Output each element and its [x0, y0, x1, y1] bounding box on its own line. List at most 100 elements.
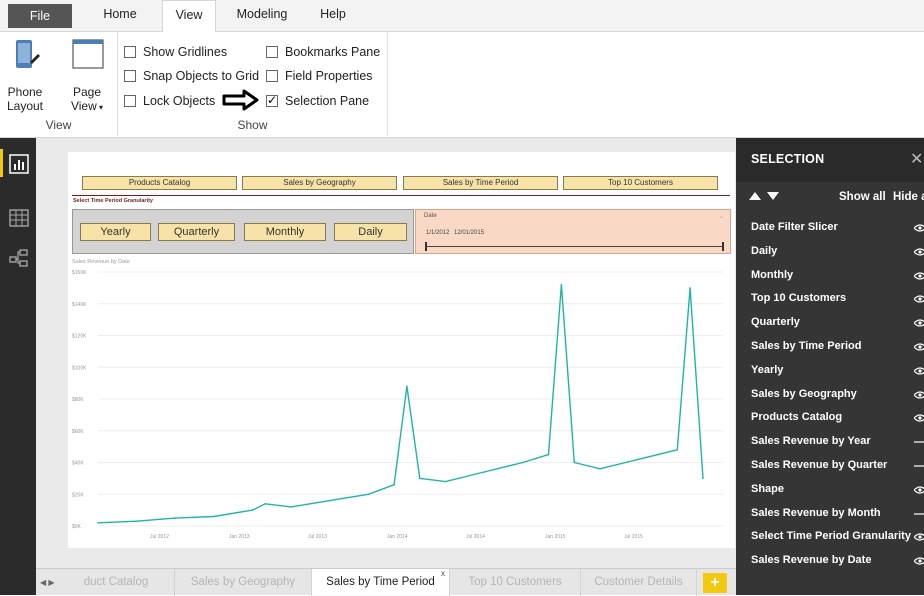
- show-gridlines-checkbox[interactable]: Show Gridlines: [124, 45, 227, 59]
- eye-icon[interactable]: [914, 414, 924, 422]
- checkbox-box[interactable]: [124, 46, 136, 58]
- eye-icon[interactable]: [914, 557, 924, 565]
- data-point[interactable]: [599, 468, 601, 470]
- eye-icon[interactable]: [914, 486, 924, 494]
- checkbox-box[interactable]: [124, 95, 136, 107]
- report-view-icon[interactable]: [9, 154, 29, 174]
- data-point[interactable]: [406, 385, 408, 388]
- date-slider-start-handle[interactable]: [425, 242, 427, 251]
- data-point[interactable]: [522, 461, 524, 464]
- close-icon[interactable]: x: [441, 569, 445, 587]
- data-point[interactable]: [547, 453, 550, 456]
- selection-pane-item[interactable]: Products Catalog: [751, 411, 842, 423]
- hidden-icon[interactable]: [914, 462, 924, 470]
- hidden-icon[interactable]: [914, 510, 924, 518]
- data-point[interactable]: [135, 520, 138, 522]
- phone-layout-button[interactable]: Phone Layout: [4, 38, 46, 113]
- eye-icon[interactable]: [914, 271, 924, 280]
- daily-button[interactable]: Daily: [334, 223, 407, 241]
- selection-pane-item[interactable]: Quarterly: [751, 316, 800, 328]
- date-slider-end-handle[interactable]: [722, 242, 724, 251]
- series-line[interactable]: [97, 284, 704, 524]
- page-tab-sales-by-geography[interactable]: Sales by Geography: [175, 569, 312, 596]
- tab-file[interactable]: File: [8, 4, 72, 28]
- sales-by-geography-button[interactable]: Sales by Geography: [242, 176, 397, 190]
- data-point[interactable]: [637, 458, 640, 461]
- tab-scroll-arrows[interactable]: ◀ ▶: [40, 569, 55, 596]
- data-view-icon[interactable]: [9, 208, 29, 228]
- quarterly-button[interactable]: Quarterly: [158, 223, 235, 241]
- eye-icon[interactable]: [914, 390, 924, 399]
- tab-modeling[interactable]: Modeling: [226, 0, 298, 32]
- data-point[interactable]: [328, 499, 331, 502]
- eye-icon[interactable]: [914, 343, 924, 351]
- hidden-icon[interactable]: [914, 438, 924, 446]
- chevron-down-icon[interactable]: ⌄: [718, 212, 724, 220]
- page-tab-top-10-customers[interactable]: Top 10 Customers: [450, 569, 581, 596]
- selection-pane-item[interactable]: Sales Revenue by Date: [751, 554, 871, 566]
- tab-home[interactable]: Home: [92, 0, 148, 32]
- snap-objects-checkbox[interactable]: Snap Objects to Grid: [124, 69, 259, 83]
- page-tab-sales-by-time-period[interactable]: Sales by Time Period x: [312, 569, 450, 596]
- field-properties-checkbox[interactable]: Field Properties: [266, 69, 373, 83]
- bring-forward-icon[interactable]: [749, 192, 761, 200]
- data-point[interactable]: [419, 477, 421, 480]
- eye-icon[interactable]: [914, 224, 924, 232]
- data-point[interactable]: [367, 493, 370, 496]
- checkbox-box[interactable]: [266, 46, 278, 58]
- eye-icon[interactable]: [914, 319, 924, 327]
- selection-pane-item[interactable]: Sales Revenue by Month: [751, 507, 881, 519]
- eye-icon[interactable]: [914, 367, 924, 375]
- selection-pane-item[interactable]: Sales Revenue by Year: [751, 435, 871, 447]
- data-point[interactable]: [483, 471, 486, 473]
- data-point[interactable]: [689, 287, 691, 289]
- selection-pane-item[interactable]: Date Filter Slicer: [751, 221, 838, 233]
- checkbox-box-checked[interactable]: [266, 93, 278, 107]
- data-point[interactable]: [264, 503, 267, 505]
- sales-by-time-period-button[interactable]: Sales by Time Period: [403, 176, 558, 190]
- data-point[interactable]: [97, 522, 99, 524]
- send-backward-icon[interactable]: [767, 192, 779, 200]
- show-all-button[interactable]: Show all: [839, 191, 886, 203]
- data-point[interactable]: [251, 509, 254, 511]
- data-point[interactable]: [393, 483, 395, 486]
- yearly-button[interactable]: Yearly: [80, 223, 151, 241]
- page-tab-customer-details[interactable]: Customer Details: [581, 569, 697, 596]
- checkbox-box[interactable]: [266, 70, 278, 82]
- model-view-icon[interactable]: [9, 248, 29, 268]
- data-point[interactable]: [573, 461, 576, 464]
- add-page-button[interactable]: +: [703, 573, 727, 593]
- bookmarks-pane-checkbox[interactable]: Bookmarks Pane: [266, 45, 380, 59]
- selection-pane-item[interactable]: Sales Revenue by Quarter: [751, 459, 887, 471]
- tab-view[interactable]: View: [162, 0, 216, 33]
- selection-pane-item[interactable]: Monthly: [751, 269, 793, 281]
- selection-pane-item[interactable]: Sales by Geography: [751, 388, 857, 400]
- products-catalog-button[interactable]: Products Catalog: [82, 176, 237, 190]
- data-point[interactable]: [560, 283, 563, 286]
- selection-pane-item[interactable]: Sales by Time Period: [751, 340, 861, 352]
- date-slider-track[interactable]: [426, 246, 724, 247]
- page-view-button[interactable]: Page View ▾: [64, 38, 110, 115]
- sales-revenue-line-chart[interactable]: $0K $20K $40K $60K $80K $100K $120K $140K $160K J…: [68, 264, 735, 548]
- date-filter-slicer[interactable]: Date ⌄ 1/1/2012 12/01/2015: [415, 209, 731, 254]
- close-icon[interactable]: ✕: [910, 149, 923, 169]
- data-point[interactable]: [444, 480, 447, 483]
- selection-pane-item[interactable]: Select Time Period Granularity: [751, 530, 911, 542]
- checkbox-box[interactable]: [124, 70, 136, 82]
- page-tab-products-catalog[interactable]: duct Catalog: [58, 569, 175, 596]
- eye-icon[interactable]: [914, 248, 924, 256]
- top-10-customers-button[interactable]: Top 10 Customers: [563, 176, 718, 190]
- data-point[interactable]: [174, 517, 176, 519]
- data-point[interactable]: [702, 477, 704, 480]
- selection-pane-item[interactable]: Yearly: [751, 364, 783, 376]
- hide-all-button[interactable]: Hide a: [893, 191, 924, 203]
- lock-objects-checkbox[interactable]: Lock Objects: [124, 94, 215, 108]
- data-point[interactable]: [213, 515, 215, 518]
- tab-help[interactable]: Help: [310, 0, 356, 32]
- monthly-button[interactable]: Monthly: [244, 223, 326, 241]
- eye-icon[interactable]: [914, 533, 924, 541]
- selection-pane-item[interactable]: Top 10 Customers: [751, 292, 846, 304]
- eye-icon[interactable]: [914, 295, 924, 303]
- data-point[interactable]: [676, 449, 679, 451]
- selection-pane-item[interactable]: Daily: [751, 245, 777, 257]
